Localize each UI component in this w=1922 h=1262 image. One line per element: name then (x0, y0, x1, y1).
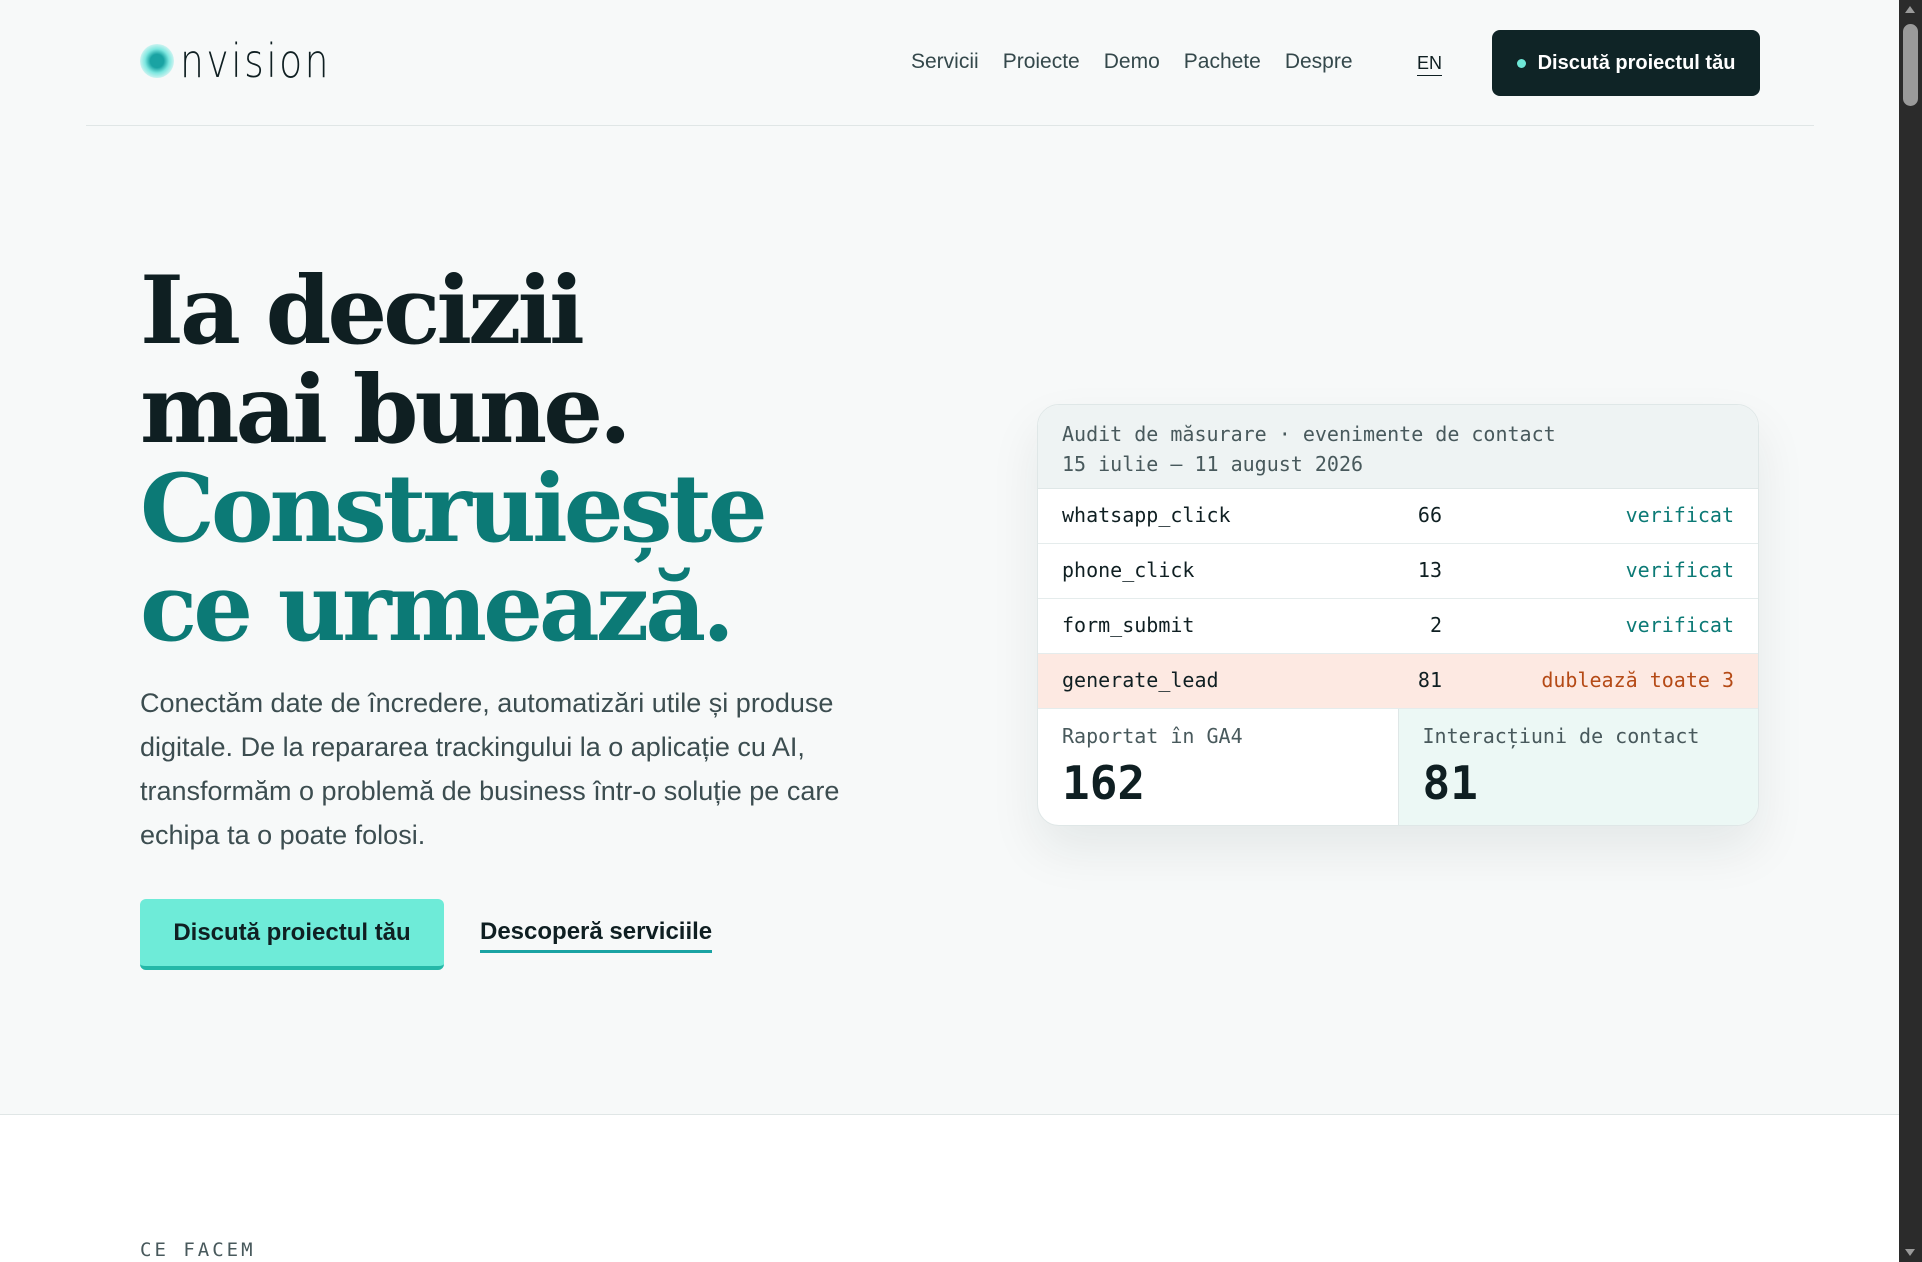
header-cta-label: Discută proiectul tău (1537, 51, 1736, 74)
nav-item-servicii[interactable]: Servicii (911, 50, 979, 74)
event-status: verificat (1625, 613, 1734, 637)
scroll-thumb[interactable] (1903, 24, 1918, 106)
header-cta-button[interactable]: Discută proiectul tău (1492, 30, 1760, 96)
event-count: 2 (1429, 613, 1442, 637)
audit-title: Audit de măsurare · evenimente de contac… (1062, 422, 1556, 446)
event-name: whatsapp_click (1062, 503, 1231, 527)
hero-title-line-4: ce urmează. (140, 553, 735, 663)
discover-services-link[interactable]: Descoperă serviciile (480, 918, 713, 953)
nav-item-demo[interactable]: Demo (1104, 50, 1160, 74)
status-dot-icon (1516, 58, 1526, 68)
event-count: 81 (1417, 668, 1442, 692)
event-name: phone_click (1062, 558, 1195, 582)
logo-mark-icon (140, 44, 174, 78)
brand-name: nvision (180, 34, 332, 88)
scroll-up-icon[interactable] (1905, 6, 1915, 13)
discuss-project-button[interactable]: Discută proiectul tău (140, 899, 444, 970)
table-row: whatsapp_click 66 verificat (1038, 489, 1758, 544)
brand-logo[interactable]: nvision (140, 38, 364, 84)
nav-item-pachete[interactable]: Pachete (1184, 50, 1261, 74)
hero-title-line-1: Ia decizii (140, 256, 585, 366)
event-status: verificat (1625, 558, 1734, 582)
interactions-label: Interacțiuni de contact (1422, 724, 1700, 748)
table-row: phone_click 13 verificat (1038, 544, 1758, 599)
event-status: verificat (1625, 503, 1734, 527)
hero-title-line-2: mai bune. (140, 355, 632, 465)
event-name: form_submit (1062, 613, 1195, 637)
audit-card-footer: Raportat în GA4 162 Interacțiuni de cont… (1038, 709, 1758, 825)
interactions-stat: Interacțiuni de contact 81 (1397, 709, 1758, 825)
nav-item-despre[interactable]: Despre (1285, 50, 1353, 74)
hero-description: Conectăm date de încredere, automatizări… (140, 688, 840, 850)
hero-title: Ia decizii mai bune. Construiește ce urm… (140, 256, 768, 663)
reported-stat: Raportat în GA4 162 (1038, 709, 1398, 825)
services-section: CE FACEM (0, 1114, 1899, 1262)
page: nvision Servicii Proiecte Demo Pachete D… (0, 0, 1899, 1262)
table-row-warning: generate_lead 81 dublează toate 3 (1038, 654, 1758, 709)
audit-card-header: Audit de măsurare · evenimente de contac… (1038, 405, 1758, 489)
scroll-down-icon[interactable] (1905, 1249, 1915, 1256)
nav-item-proiecte[interactable]: Proiecte (1003, 50, 1080, 74)
event-status: dublează toate 3 (1541, 668, 1734, 692)
audit-card: Audit de măsurare · evenimente de contac… (1037, 404, 1759, 826)
section-eyebrow: CE FACEM (140, 1239, 256, 1261)
audit-period: 15 iulie – 11 august 2026 (1062, 452, 1364, 476)
interactions-value: 81 (1422, 756, 1478, 810)
page-scrollbar[interactable] (1899, 0, 1922, 1262)
main-nav: Servicii Proiecte Demo Pachete Despre (911, 50, 1377, 74)
hero-title-line-3: Construiește (140, 454, 768, 564)
language-switch[interactable]: EN (1417, 53, 1443, 76)
event-count: 13 (1417, 558, 1442, 582)
reported-value: 162 (1062, 756, 1146, 810)
event-count: 66 (1417, 503, 1442, 527)
table-row: form_submit 2 verificat (1038, 599, 1758, 654)
site-header: nvision Servicii Proiecte Demo Pachete D… (86, 0, 1814, 126)
event-name: generate_lead (1062, 668, 1219, 692)
reported-label: Raportat în GA4 (1062, 724, 1243, 748)
